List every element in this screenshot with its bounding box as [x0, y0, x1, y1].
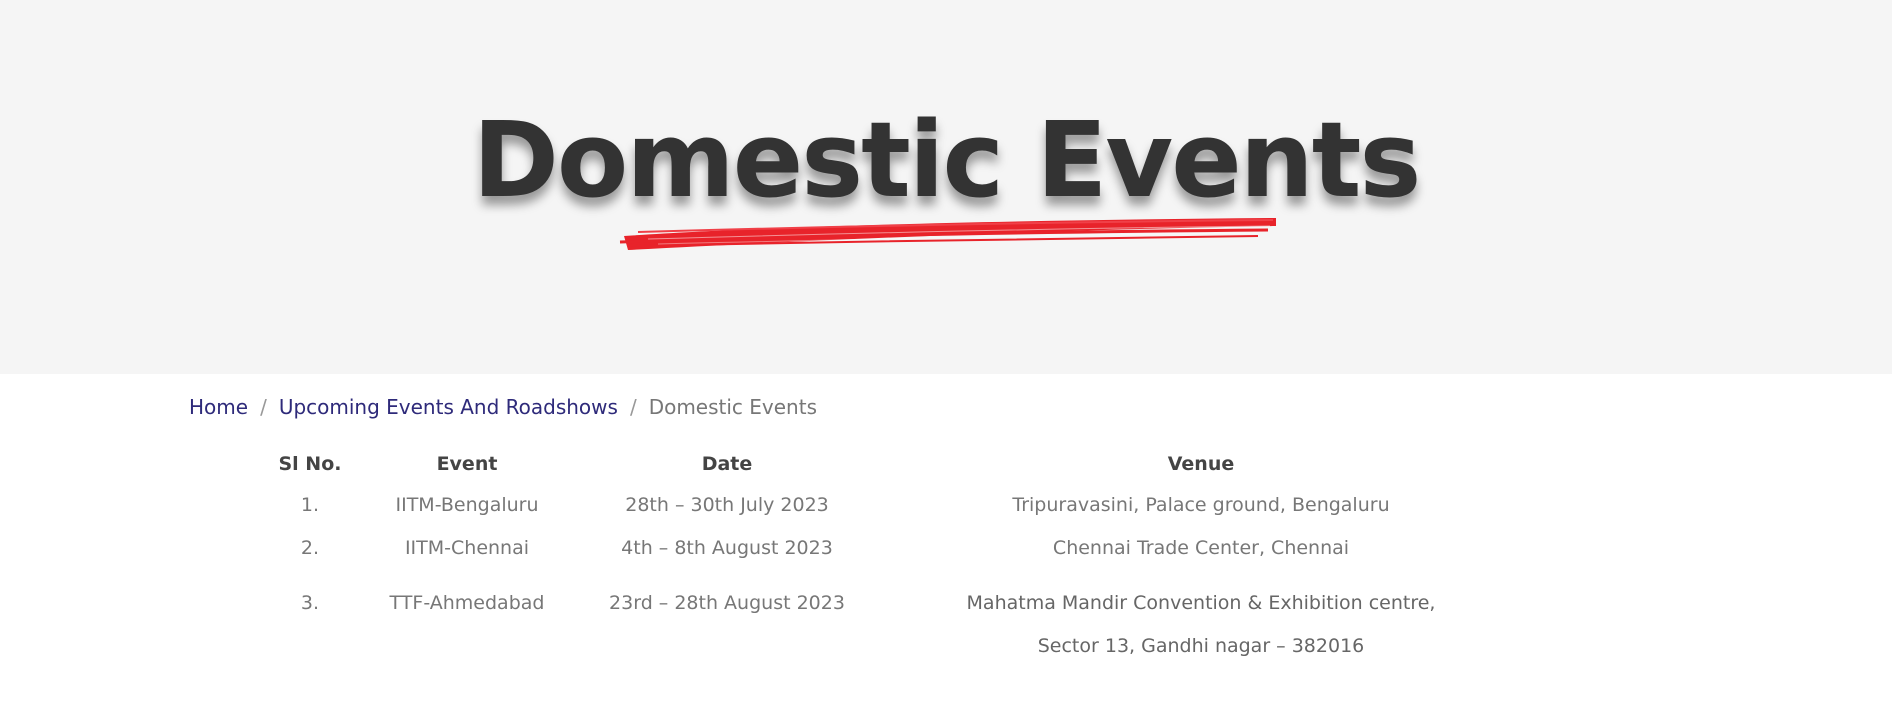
table-header-row: Sl No. Event Date Venue [260, 445, 1522, 483]
header-event: Event [436, 453, 498, 475]
breadcrumb-current: Domestic Events [648, 395, 817, 419]
page-hero: Domestic Events [0, 0, 1892, 374]
venue-line: Mahatma Mandir Convention & Exhibition c… [966, 592, 1436, 614]
breadcrumb-home-link[interactable]: Home [189, 395, 248, 419]
table-row: 2. IITM-Chennai 4th – 8th August 2023 Ch… [260, 526, 1522, 569]
events-table: Sl No. Event Date Venue 1. IITM-Bengalur… [260, 445, 1522, 668]
breadcrumb-separator: / [260, 395, 267, 419]
brush-underline-decoration [619, 218, 1276, 250]
table-row: 3. TTF-Ahmedabad 23rd – 28th August 2023… [260, 569, 1522, 668]
venue-line: Sector 13, Gandhi nagar – 382016 [1037, 635, 1365, 657]
header-sl-no: Sl No. [278, 453, 342, 475]
cell-sl-no: 3. [300, 592, 320, 614]
breadcrumb-upcoming-events-link[interactable]: Upcoming Events And Roadshows [279, 395, 618, 419]
header-venue: Venue [1167, 453, 1235, 475]
cell-date: 4th – 8th August 2023 [621, 536, 833, 559]
cell-venue: Chennai Trade Center, Chennai [1052, 536, 1350, 559]
cell-date: 28th – 30th July 2023 [625, 493, 829, 516]
breadcrumb-separator: / [629, 395, 637, 419]
cell-event: IITM-Bengaluru [395, 493, 539, 516]
cell-date: 23rd – 28th August 2023 [609, 592, 845, 614]
header-date: Date [701, 453, 753, 475]
cell-venue: Mahatma Mandir Convention & Exhibition c… [880, 569, 1522, 668]
cell-sl-no: 1. [300, 493, 320, 516]
cell-sl-no: 2. [300, 536, 320, 559]
cell-venue: Tripuravasini, Palace ground, Bengaluru [1012, 493, 1390, 516]
cell-event: TTF-Ahmedabad [389, 592, 545, 614]
breadcrumb: Home / Upcoming Events And Roadshows / D… [189, 392, 817, 422]
table-row: 1. IITM-Bengaluru 28th – 30th July 2023 … [260, 483, 1522, 526]
cell-event: IITM-Chennai [404, 536, 530, 559]
